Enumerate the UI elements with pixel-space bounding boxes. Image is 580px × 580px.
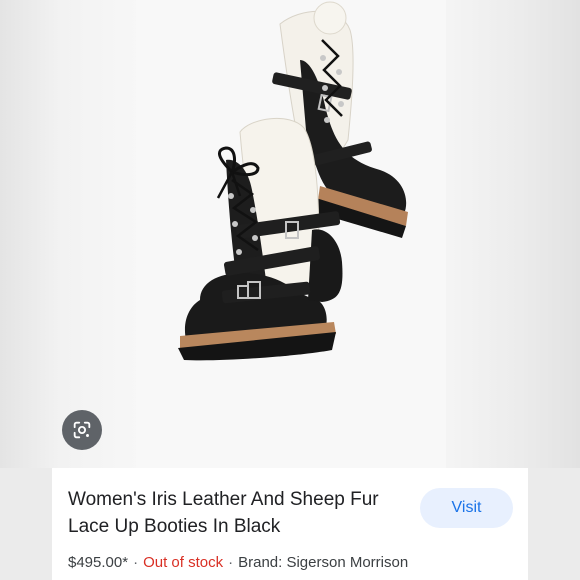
product-title[interactable]: Women's Iris Leather And Sheep Fur Lace … — [68, 486, 388, 540]
product-meta-row: $495.00* · Out of stock · Brand: Sigerson Mo… — [68, 554, 408, 571]
product-image-area[interactable] — [0, 0, 580, 468]
boots-product-image[interactable] — [0, 0, 580, 468]
meta-separator: · — [228, 554, 234, 571]
stock-status: Out of stock — [143, 554, 224, 571]
google-lens-icon[interactable] — [62, 410, 102, 450]
product-info-panel: Women's Iris Leather And Sheep Fur Lace … — [52, 468, 528, 580]
product-preview-card: Women's Iris Leather And Sheep Fur Lace … — [0, 0, 580, 580]
product-price: $495.00* — [68, 554, 129, 571]
meta-separator: · — [133, 554, 139, 571]
lens-glyph-icon — [73, 421, 91, 439]
product-brand: Brand: Sigerson Morrison — [238, 554, 409, 571]
visit-button[interactable]: Visit — [420, 488, 513, 528]
